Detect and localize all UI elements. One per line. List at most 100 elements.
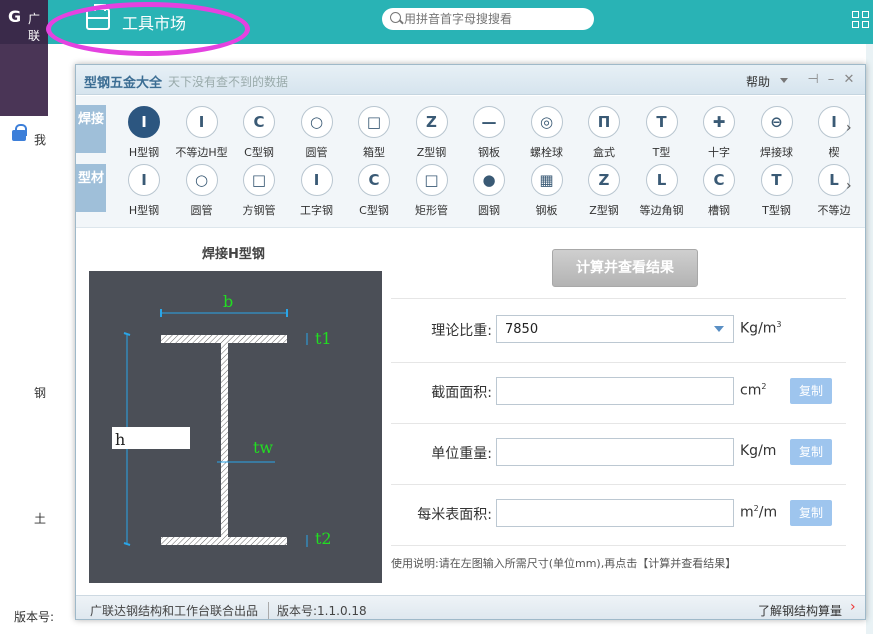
density-select[interactable]: 7850 (496, 315, 734, 343)
search-box[interactable] (382, 8, 594, 30)
close-icon[interactable]: ✕ (840, 71, 858, 89)
section-item-label: 矩形管 (415, 204, 448, 217)
footer-credit: 广联达钢结构和工作台联合出品 (90, 604, 259, 618)
section-item[interactable]: Z Z型钢 (404, 106, 460, 162)
section-item[interactable]: I 不等边H型 (174, 106, 230, 162)
section-item-label: Z型钢 (416, 146, 447, 159)
round-tube-icon: ○ (185, 164, 218, 196)
section-item[interactable]: □ 箱型 (346, 106, 402, 162)
web (221, 343, 228, 537)
section-item[interactable]: I H型钢 (116, 106, 172, 162)
minimize-icon[interactable]: – (822, 71, 840, 89)
equal-angle-icon: L (645, 164, 678, 196)
section-item[interactable]: C 槽钢 (691, 164, 747, 220)
left-text-2: 钢 (34, 386, 47, 400)
section-item[interactable]: ○ 圆管 (289, 106, 345, 162)
area-label: 截面面积: (431, 385, 492, 401)
weld-ball-icon: ⊖ (760, 106, 793, 138)
section-item[interactable]: ○ 圆管 (174, 164, 230, 220)
section-item-label: H型钢 (128, 204, 160, 217)
box-section-icon: □ (358, 106, 390, 138)
logo-text: 广联 (28, 12, 41, 43)
section-item[interactable]: I 工字钢 (289, 164, 345, 220)
copy-weight-button[interactable]: 复制 (790, 439, 832, 465)
section-item[interactable]: T T型钢 (749, 164, 805, 220)
section-item-label: 十字 (708, 146, 730, 159)
section-item[interactable]: ▦ 钢板 (519, 164, 575, 220)
section-item[interactable]: □ 矩形管 (404, 164, 460, 220)
h-beam-diagram: h b t1 tw t2 (89, 271, 382, 583)
section-item-label: 钢板 (478, 146, 500, 159)
help-menu[interactable]: 帮助 (746, 73, 789, 90)
section-item-label: 不等边 (817, 204, 851, 217)
category-label: 焊接 (77, 112, 104, 127)
category-label: 型材 (77, 171, 104, 186)
surface-label: 每米表面积: (417, 507, 492, 523)
h-beam-drawing: h b t1 tw t2 (112, 292, 332, 548)
section-item[interactable]: ✚ 十字 (691, 106, 747, 162)
bolt-ball-icon: ◎ (530, 106, 563, 138)
section-item[interactable]: C C型钢 (346, 164, 402, 220)
divider (391, 362, 846, 363)
label-tw: tw (253, 438, 273, 457)
copy-area-button[interactable]: 复制 (790, 378, 832, 404)
surface-input[interactable] (496, 499, 734, 527)
square-tube-icon: □ (243, 164, 275, 196)
divider (391, 298, 846, 299)
left-text-3: 土 (34, 512, 47, 526)
section-item-label: Z型钢 (589, 204, 619, 217)
c-channel-icon: C (358, 164, 390, 196)
section-item[interactable]: I H型钢 (116, 164, 172, 220)
category-welded[interactable]: 焊接 (76, 105, 106, 153)
section-toolbar: 焊接 I H型钢 I 不等边H型 C C型钢 ○ 圆管 □ 箱型 Z Z型钢 — 钢板 ◎ 螺栓球 Π 盒式 T T型… (76, 96, 865, 228)
top-bar: G 广联 工具市场 (0, 0, 873, 56)
dialog-title: 型钢五金大全 (84, 76, 163, 91)
unequal-h-beam-icon: I (185, 106, 218, 138)
section-item[interactable]: ● 圆钢 (461, 164, 517, 220)
section-item[interactable]: — 钢板 (461, 106, 517, 162)
section-item[interactable]: ⊖ 焊接球 (749, 106, 805, 162)
section-item[interactable]: ◎ 螺栓球 (519, 106, 575, 162)
chevron-down-icon[interactable] (714, 326, 724, 337)
rect-tube-icon: □ (415, 164, 448, 196)
section-item[interactable]: L 等边角钢 (634, 164, 690, 220)
learn-more-link[interactable]: 了解钢结构算量 (758, 599, 856, 619)
divider (391, 484, 846, 485)
section-item[interactable]: I楔 (806, 106, 862, 162)
weight-label: 单位重量: (431, 446, 492, 462)
pin-icon[interactable]: ⊣ (804, 71, 822, 89)
z-section-icon: Z (415, 106, 448, 138)
divider (391, 423, 846, 424)
category-profiles[interactable]: 型材 (76, 164, 106, 212)
app-logo[interactable]: G 广联 (0, 0, 48, 44)
welded-items-row: I H型钢 I 不等边H型 C C型钢 ○ 圆管 □ 箱型 Z Z型钢 — 钢板 ◎ 螺栓球 Π 盒式 T T型 ✚ 十字… (116, 106, 851, 162)
section-item-label: 圆管 (305, 146, 328, 159)
chevron-right-icon[interactable]: › (846, 178, 856, 194)
dialog-titlebar: 型钢五金大全 天下没有查不到的数据 帮助 ⊣ – ✕ (76, 65, 865, 95)
highlight-ellipse (46, 2, 250, 56)
area-input[interactable] (496, 377, 734, 405)
copy-surface-button[interactable]: 复制 (790, 500, 832, 526)
left-panel: 我 钢 土 (0, 44, 48, 634)
calculate-button[interactable]: 计算并查看结果 (552, 249, 698, 287)
area-unit: cm2 (740, 382, 767, 399)
section-item[interactable]: □ 方钢管 (231, 164, 287, 220)
section-item[interactable]: L 不等边 (806, 164, 862, 220)
grid-menu-icon[interactable] (852, 11, 870, 29)
section-item-label: 盒式 (593, 146, 615, 159)
section-item[interactable]: T T型 (634, 106, 690, 162)
label-t1: t1 (315, 329, 332, 348)
section-item[interactable]: C C型钢 (231, 106, 287, 162)
h-beam-icon: I (128, 106, 160, 138)
search-input[interactable] (404, 10, 589, 28)
box-type-icon: Π (588, 106, 620, 138)
weight-input[interactable] (496, 438, 734, 466)
section-item[interactable]: Z Z型钢 (576, 164, 632, 220)
steel-catalog-dialog: 型钢五金大全 天下没有查不到的数据 帮助 ⊣ – ✕ 焊接 I H型钢 I 不等边H型 C C… (75, 64, 866, 620)
section-item[interactable]: Π 盒式 (576, 106, 632, 162)
top-flange (161, 335, 287, 343)
section-item-label: 楔 (828, 146, 840, 159)
section-item-label: H型钢 (128, 146, 160, 159)
chevron-right-icon[interactable]: › (846, 120, 856, 136)
z-section-icon: Z (588, 164, 620, 196)
